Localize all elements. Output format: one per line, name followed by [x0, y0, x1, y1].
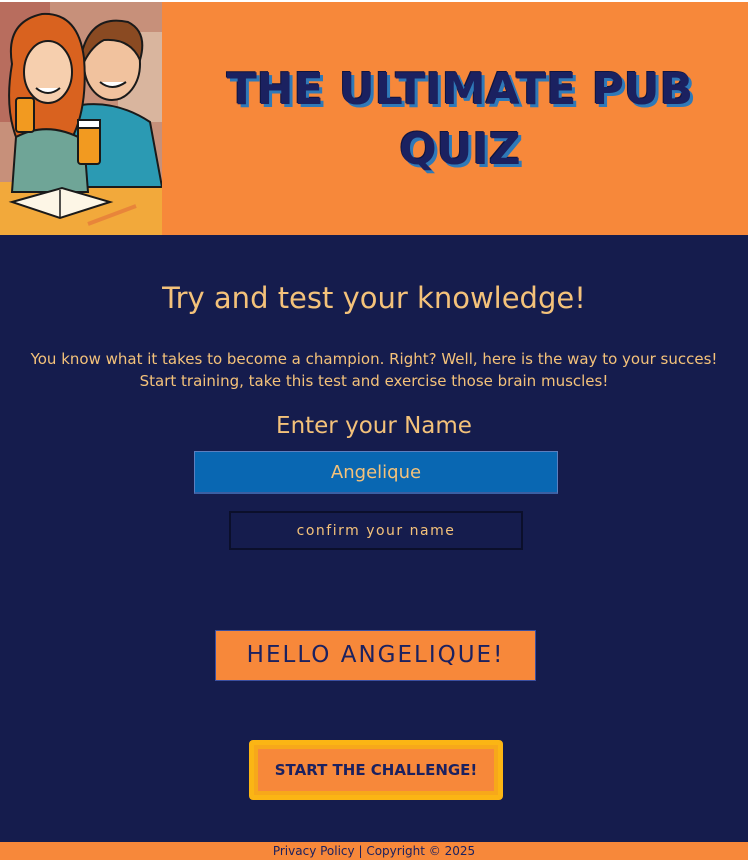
intro-line: You know what it takes to become a champ…	[30, 350, 718, 368]
site-header: THE ULTIMATE PUB QUIZ	[0, 2, 748, 235]
copyright-text: Copyright © 2025	[366, 844, 476, 858]
greeting-banner: HELLO ANGELIQUE!	[215, 630, 536, 681]
start-challenge-button[interactable]: START THE CHALLENGE!	[249, 740, 503, 800]
confirm-name-button[interactable]: confirm your name	[229, 511, 523, 550]
name-input[interactable]	[194, 451, 558, 494]
intro-text: You know what it takes to become a champ…	[0, 348, 748, 392]
main-content: Try and test your knowledge! You know wh…	[0, 235, 748, 842]
privacy-policy-link[interactable]: Privacy Policy	[273, 844, 355, 858]
site-footer: Privacy Policy | Copyright © 2025	[0, 842, 748, 860]
couple-with-beer-illustration	[0, 2, 162, 235]
site-title: THE ULTIMATE PUB QUIZ	[226, 64, 694, 175]
footer-separator: |	[358, 844, 363, 858]
tagline: Try and test your knowledge!	[162, 281, 586, 315]
name-label: Enter your Name	[276, 413, 472, 439]
intro-line: Start training, take this test and exerc…	[139, 372, 609, 390]
hero-illustration	[0, 2, 162, 235]
